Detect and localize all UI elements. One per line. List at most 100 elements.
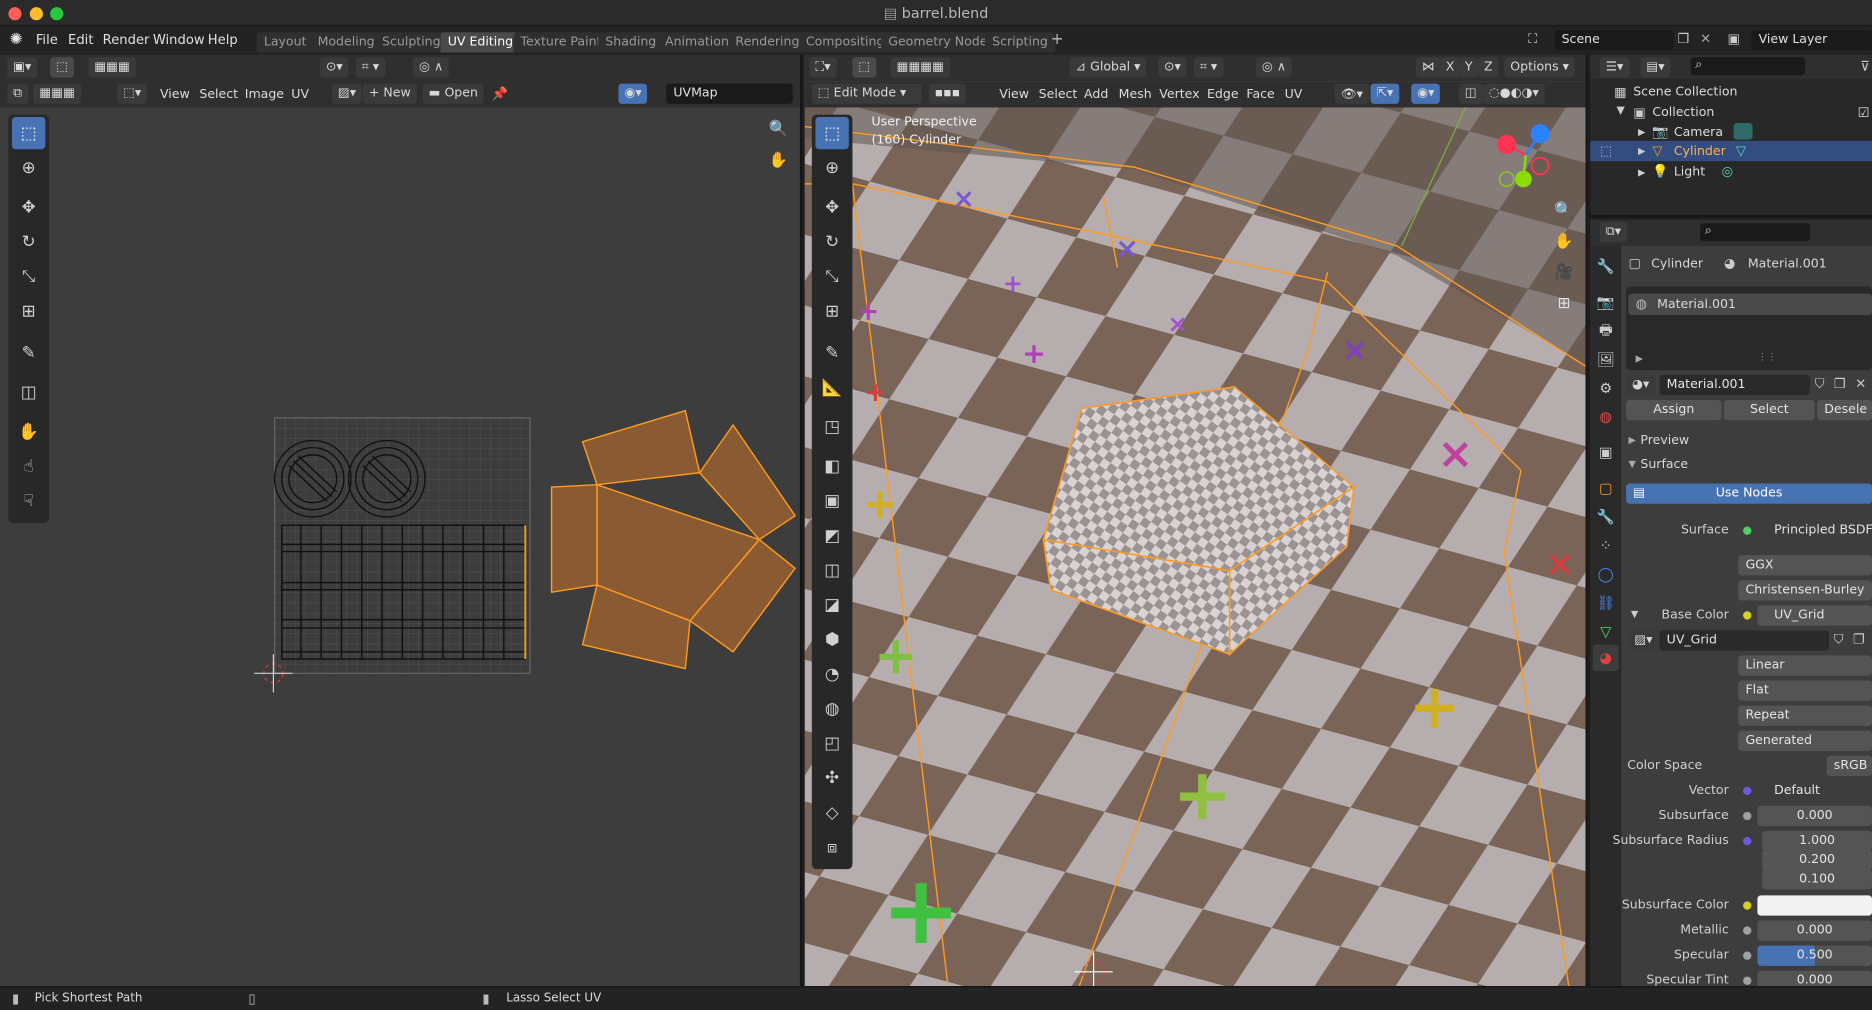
poly-build-icon[interactable]: ⬢ bbox=[815, 623, 848, 655]
outliner-row-cylinder[interactable] bbox=[1590, 140, 1872, 162]
world-tab-icon[interactable]: ◍ bbox=[1593, 404, 1619, 430]
remove-scene-icon[interactable]: ✕ bbox=[1700, 31, 1711, 47]
specular-tint-field[interactable]: 0.000 bbox=[1757, 970, 1872, 987]
blender-logo-icon[interactable]: ✺ bbox=[10, 31, 23, 49]
tool-tab-icon[interactable]: 🔧 bbox=[1593, 253, 1619, 279]
constraints-tab-icon[interactable]: ⛓ bbox=[1593, 590, 1619, 616]
specular-tint-socket-icon[interactable] bbox=[1743, 976, 1752, 985]
viewport-scene[interactable]: × × + × + + + × × × + + + + + bbox=[804, 54, 1588, 987]
viewport-menu-uv[interactable]: UV bbox=[1285, 87, 1303, 101]
image-fake-user-icon[interactable]: ⛉ bbox=[1834, 632, 1844, 649]
source-dropdown[interactable]: Generated bbox=[1738, 730, 1872, 751]
expand-light-icon[interactable]: ▶ bbox=[1638, 167, 1645, 178]
light-data-icon[interactable]: ◎ bbox=[1722, 164, 1733, 180]
add-cube-icon[interactable]: ◳ bbox=[815, 411, 848, 443]
rip-region-icon[interactable]: ⧈ bbox=[815, 831, 848, 863]
filter-icon[interactable]: ⊽ bbox=[1860, 58, 1870, 74]
viewport-menu-view[interactable]: View bbox=[999, 87, 1029, 101]
viewport-proportional-icon[interactable]: ◎ ∧ bbox=[1255, 57, 1293, 78]
image-browse-dropdown[interactable]: ▨▾ bbox=[1628, 630, 1659, 651]
shading-modes-icon[interactable]: ◌●◐◑▾ bbox=[1482, 83, 1545, 104]
expand-cylinder-icon[interactable]: ▶ bbox=[1638, 146, 1645, 157]
camera-data-icon[interactable] bbox=[1733, 122, 1753, 140]
outliner-collection[interactable]: Collection bbox=[1652, 105, 1714, 119]
subsurface-socket-icon[interactable] bbox=[1743, 811, 1752, 821]
interpolation-dropdown[interactable]: Linear bbox=[1738, 655, 1872, 676]
properties-type-icon[interactable]: ⧉▾ bbox=[1599, 222, 1627, 243]
material-browse-icon[interactable]: ◕▾ bbox=[1626, 374, 1656, 396]
extension-dropdown[interactable]: Repeat bbox=[1738, 705, 1872, 726]
collection-checkbox[interactable]: ☑ bbox=[1858, 105, 1870, 121]
measure-icon[interactable]: 📐 bbox=[815, 371, 848, 403]
menu-file[interactable]: File bbox=[36, 32, 58, 48]
select-button[interactable]: Select bbox=[1723, 399, 1815, 421]
metallic-socket-icon[interactable] bbox=[1743, 926, 1752, 935]
tab-layout[interactable]: Layout bbox=[256, 32, 314, 53]
transform-orientation-dropdown[interactable]: ⊿ Global ▾ bbox=[1069, 57, 1147, 78]
tab-texture-paint[interactable]: Texture Paint bbox=[513, 32, 609, 53]
surface-collapse-icon[interactable]: ▼ bbox=[1628, 458, 1635, 469]
expand-collection-icon[interactable]: ▼ bbox=[1617, 105, 1625, 117]
outliner-scene-collection[interactable]: Scene Collection bbox=[1633, 85, 1737, 99]
slot-list-resize-icon[interactable]: ⋮⋮ bbox=[1757, 351, 1776, 362]
mesh-select-mode-icon[interactable]: ▪▪▪ bbox=[928, 83, 967, 104]
specular-socket-icon[interactable] bbox=[1743, 951, 1752, 960]
viewport-menu-face[interactable]: Face bbox=[1246, 87, 1274, 101]
tab-shading[interactable]: Shading bbox=[598, 32, 664, 53]
viewport-menu-edge[interactable]: Edge bbox=[1207, 87, 1239, 101]
uv-editor[interactable]: ▣▾ ⬚ ▦▦▦ ⊙▾ ⌗ ▾ ◎ ∧ ⧉ ▦▦▦ ⬚▾ View Select… bbox=[0, 54, 803, 987]
tab-scripting[interactable]: Scripting bbox=[984, 32, 1056, 53]
viewport-menu-select[interactable]: Select bbox=[1039, 87, 1078, 101]
subsurface-method-dropdown[interactable]: Christensen-Burley bbox=[1738, 580, 1872, 601]
subsurface-color-socket-icon[interactable] bbox=[1743, 901, 1752, 910]
edit-mode-toggle-icon[interactable]: ⬚ bbox=[1600, 143, 1612, 159]
mode-dropdown[interactable]: ⬚ Edit Mode ▾ bbox=[811, 83, 922, 104]
material-tab-icon[interactable]: ◕ bbox=[1592, 644, 1619, 671]
vp-rotate-icon[interactable]: ↻ bbox=[815, 226, 848, 258]
surface-panel-header[interactable]: Surface bbox=[1640, 457, 1688, 471]
deselect-button[interactable]: Desele bbox=[1817, 399, 1872, 421]
collection-tab-icon[interactable]: ▣ bbox=[1593, 439, 1619, 465]
display-mode-icon[interactable]: ▤▾ bbox=[1640, 57, 1671, 78]
render-tab-icon[interactable]: 📷 bbox=[1593, 289, 1619, 315]
xray-icon[interactable]: ◫ bbox=[1458, 83, 1483, 104]
metallic-field[interactable]: 0.000 bbox=[1757, 920, 1872, 941]
vp-annotate-icon[interactable]: ✎ bbox=[815, 337, 848, 369]
vp-transform-icon[interactable]: ⊞ bbox=[815, 295, 848, 327]
vp-pan-icon[interactable]: ✋ bbox=[1550, 227, 1579, 256]
vp-move-icon[interactable]: ✥ bbox=[815, 191, 848, 223]
vp-cursor-icon[interactable]: ⊕ bbox=[815, 152, 848, 184]
particles-tab-icon[interactable]: ⁘ bbox=[1593, 532, 1619, 558]
subsurface-radius-socket-icon[interactable] bbox=[1743, 836, 1752, 846]
shear-icon[interactable]: ◇ bbox=[815, 796, 848, 828]
view-layer-field[interactable]: View Layer bbox=[1751, 29, 1872, 51]
shrink-fatten-icon[interactable]: ✣ bbox=[815, 762, 848, 794]
projection-dropdown[interactable]: Flat bbox=[1738, 680, 1872, 701]
axis-x-button[interactable]: X bbox=[1439, 57, 1461, 78]
scene-field[interactable]: Scene bbox=[1554, 29, 1674, 51]
tab-geometry-nodes[interactable]: Geometry Nodes bbox=[881, 32, 1002, 53]
edge-slide-icon[interactable]: ◰ bbox=[815, 727, 848, 759]
modifier-tab-icon[interactable]: 🔧 bbox=[1593, 504, 1619, 530]
image-new-icon[interactable]: ❐ bbox=[1853, 632, 1865, 648]
color-space-dropdown[interactable]: sRGB bbox=[1826, 755, 1872, 777]
tab-compositing[interactable]: Compositing bbox=[798, 32, 892, 53]
visibility-icon[interactable]: 👁▾ bbox=[1334, 83, 1369, 104]
menu-help[interactable]: Help bbox=[208, 32, 238, 48]
outliner-item-light[interactable]: Light bbox=[1674, 165, 1705, 179]
material-slot-row[interactable]: ◍ Material.001 bbox=[1628, 293, 1872, 316]
subsurface-radius-x-field[interactable]: 1.000 bbox=[1762, 830, 1872, 852]
mirror-icon[interactable]: ⋈ bbox=[1415, 57, 1441, 78]
uv-canvas[interactable] bbox=[0, 55, 802, 986]
view-layer-tab-icon[interactable]: 🖼 bbox=[1593, 346, 1619, 372]
shader-socket-icon[interactable] bbox=[1743, 526, 1752, 535]
viewport-editor-type-icon[interactable]: ⛶▾ bbox=[809, 57, 837, 78]
preview-panel-header[interactable]: Preview bbox=[1640, 433, 1689, 447]
subsurface-radius-y-field[interactable]: 0.200 bbox=[1762, 850, 1872, 871]
vp-zoom-icon[interactable]: 🔍 bbox=[1550, 196, 1579, 225]
spin-icon[interactable]: ◔ bbox=[815, 658, 848, 690]
tab-rendering[interactable]: Rendering bbox=[728, 32, 807, 53]
3d-viewport[interactable]: × × + × + + + × × × + + + + + ⛶▾ ⬚ ▦▦▦▦ … bbox=[804, 54, 1588, 987]
data-tab-icon[interactable]: ▽ bbox=[1593, 618, 1619, 644]
bevel-icon[interactable]: ◩ bbox=[815, 519, 848, 551]
